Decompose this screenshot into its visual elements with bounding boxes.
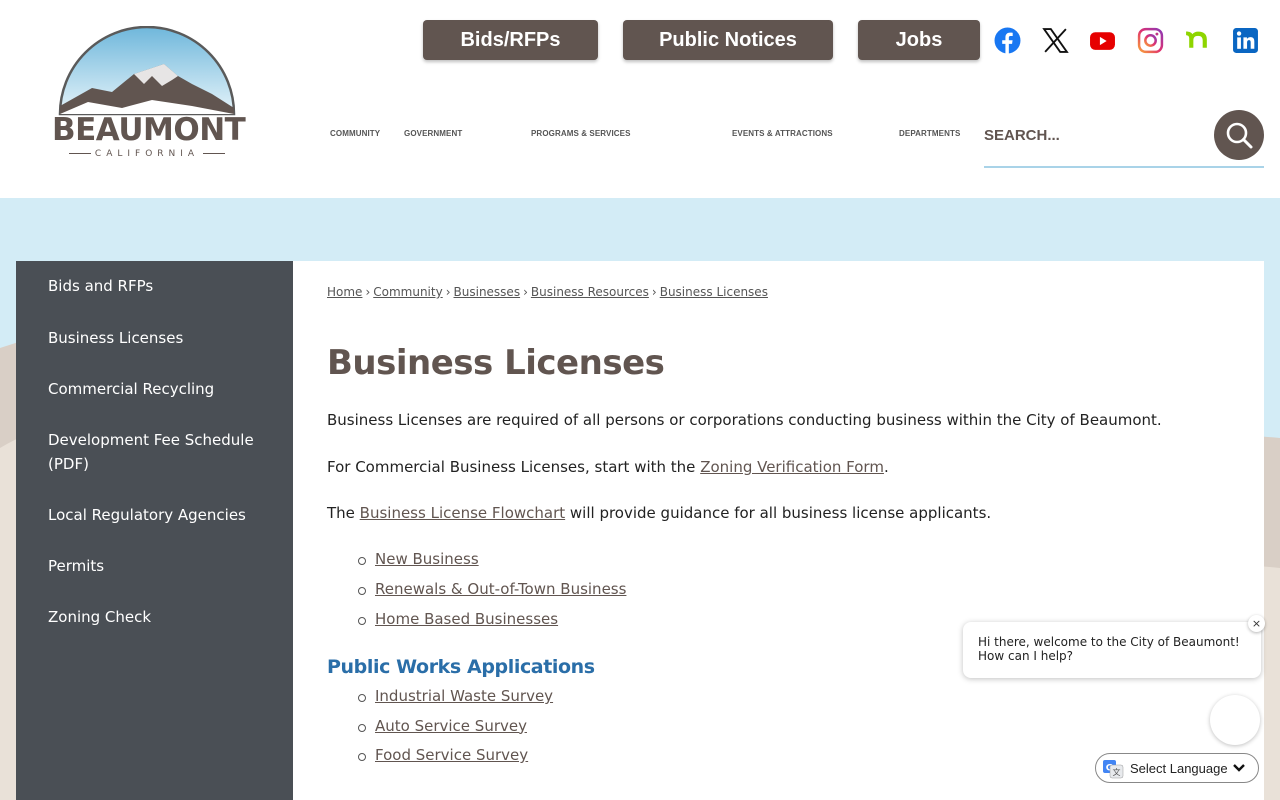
facebook-icon[interactable]: [994, 27, 1021, 54]
bids-rfps-button[interactable]: Bids/RFPs: [423, 20, 598, 60]
linkedin-icon[interactable]: [1232, 27, 1259, 54]
nav-government[interactable]: Government: [404, 129, 462, 138]
site-header: BEAUMONT CALIFORNIA Bids/RFPs Public Not…: [0, 0, 1280, 198]
google-translate-icon: G 文: [1103, 760, 1124, 779]
breadcrumb-community[interactable]: Community: [373, 285, 442, 299]
chevron-down-icon: [1232, 764, 1245, 772]
list-item: Renewals & Out-of-Town Business: [357, 580, 626, 610]
commercial-prefix: For Commercial Business Licenses, start …: [327, 458, 701, 476]
main-content: Home › Community › Businesses › Business Resou…: [293, 261, 1264, 800]
sidebar-item-zoning-check[interactable]: Zoning Check: [48, 605, 278, 629]
chat-close-button[interactable]: ×: [1248, 615, 1265, 632]
search-button[interactable]: [1214, 110, 1264, 160]
industrial-waste-survey-link[interactable]: Industrial Waste Survey: [375, 687, 553, 705]
search-input[interactable]: [984, 122, 1204, 148]
sidebar-item-bids-rfps[interactable]: Bids and RFPs: [48, 274, 278, 298]
search-bar: [984, 110, 1264, 168]
language-select[interactable]: G 文 Select Language: [1095, 753, 1259, 783]
list-item: Auto Service Survey: [357, 717, 553, 747]
nav-programs-services[interactable]: Programs & Services: [531, 129, 631, 138]
breadcrumb-separator: ›: [651, 285, 657, 299]
x-icon[interactable]: [1042, 27, 1069, 54]
breadcrumb-home[interactable]: Home: [327, 285, 362, 299]
mountain-logo-icon: [58, 25, 236, 116]
food-service-survey-link[interactable]: Food Service Survey: [375, 746, 528, 764]
nav-events-attractions[interactable]: Events & Attractions: [732, 129, 833, 138]
instagram-icon[interactable]: [1137, 27, 1164, 54]
youtube-icon[interactable]: [1089, 27, 1116, 54]
svg-text:文: 文: [1113, 767, 1121, 777]
language-select-label: Select Language: [1130, 760, 1228, 776]
logo-wordmark: BEAUMONT: [52, 112, 246, 148]
nav-community[interactable]: Community: [330, 129, 380, 138]
public-notices-button[interactable]: Public Notices: [623, 20, 833, 60]
breadcrumb-separator: ›: [365, 285, 371, 299]
home-based-link[interactable]: Home Based Businesses: [375, 610, 558, 628]
chat-message-line-1: Hi there, welcome to the City of Beaumon…: [978, 635, 1240, 649]
chat-greeting[interactable]: Hi there, welcome to the City of Beaumon…: [963, 622, 1261, 678]
flowchart-suffix: will provide guidance for all business l…: [565, 504, 992, 522]
sidebar-item-permits[interactable]: Permits: [48, 554, 278, 578]
breadcrumb-businesses[interactable]: Businesses: [454, 285, 521, 299]
search-icon: [1226, 122, 1253, 149]
auto-service-survey-link[interactable]: Auto Service Survey: [375, 717, 527, 735]
breadcrumb-separator: ›: [523, 285, 528, 299]
logo-subtitle: CALIFORNIA: [52, 149, 242, 159]
nextdoor-icon[interactable]: [1184, 27, 1211, 54]
breadcrumb: Home › Community › Businesses › Business Resou…: [327, 285, 768, 299]
sidebar-item-development-fee-schedule[interactable]: Development Fee Schedule (PDF): [48, 428, 278, 476]
public-works-list: Industrial Waste Survey Auto Service Sur…: [357, 687, 553, 776]
license-links-list: New Business Renewals & Out-of-Town Busi…: [357, 550, 626, 640]
chat-launcher-button[interactable]: [1210, 695, 1260, 745]
section-sidebar: Bids and RFPs Business Licenses Commerci…: [16, 261, 293, 800]
breadcrumb-business-resources[interactable]: Business Resources: [531, 285, 649, 299]
breadcrumb-business-licenses[interactable]: Business Licenses: [660, 285, 768, 299]
intro-text: Business Licenses are required of all pe…: [327, 411, 1162, 429]
sidebar-item-business-licenses[interactable]: Business Licenses: [48, 326, 278, 350]
business-license-flowchart-link[interactable]: Business License Flowchart: [360, 504, 565, 522]
renewals-link[interactable]: Renewals & Out-of-Town Business: [375, 580, 626, 598]
sidebar-item-local-regulatory-agencies[interactable]: Local Regulatory Agencies: [48, 503, 278, 527]
list-item: Food Service Survey: [357, 746, 553, 776]
list-item: Home Based Businesses: [357, 610, 626, 640]
jobs-button[interactable]: Jobs: [858, 20, 980, 60]
commercial-suffix: .: [883, 458, 889, 476]
sidebar-item-commercial-recycling[interactable]: Commercial Recycling: [48, 377, 278, 401]
flowchart-paragraph: The Business License Flowchart will prov…: [327, 504, 991, 522]
commercial-paragraph: For Commercial Business Licenses, start …: [327, 458, 889, 476]
page-title: Business Licenses: [327, 343, 665, 383]
chat-message-line-2: How can I help?: [978, 649, 1074, 663]
list-item: Industrial Waste Survey: [357, 687, 553, 717]
list-item: New Business: [357, 550, 626, 580]
flowchart-prefix: The: [327, 504, 360, 522]
beaumont-logo[interactable]: BEAUMONT CALIFORNIA: [52, 25, 246, 166]
new-business-link[interactable]: New Business: [375, 550, 479, 568]
public-works-heading: Public Works Applications: [327, 656, 595, 678]
breadcrumb-separator: ›: [445, 285, 451, 299]
nav-departments[interactable]: Departments: [899, 129, 960, 138]
zoning-verification-link[interactable]: Zoning Verification Form: [700, 458, 884, 476]
